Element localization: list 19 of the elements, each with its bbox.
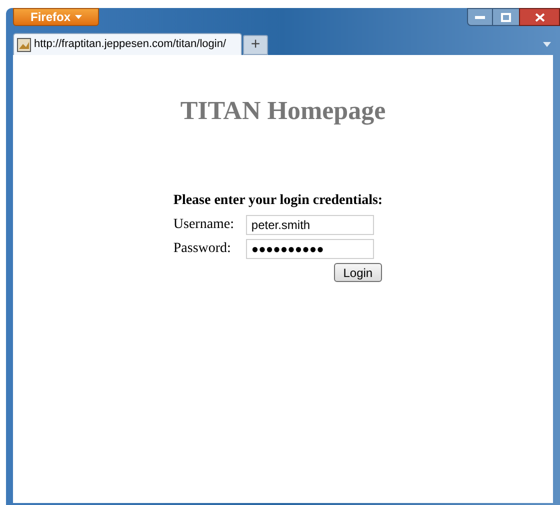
dropdown-icon xyxy=(543,42,551,47)
close-button[interactable] xyxy=(519,8,560,26)
input-field[interactable]: peter.smith xyxy=(246,214,374,234)
minimize-icon xyxy=(475,16,485,18)
tab-title: http://fraptitan.jeppesen.com/titan/login/ xyxy=(34,37,226,52)
field-label: Password: xyxy=(173,240,232,258)
login-button[interactable]: Login xyxy=(334,263,382,282)
close-icon xyxy=(534,12,544,22)
browser-tab[interactable]: http://fraptitan.jeppesen.com/titan/login/ xyxy=(13,33,242,55)
minimize-button[interactable] xyxy=(467,8,493,26)
page-thumbnail-icon xyxy=(17,38,31,52)
maximize-button[interactable] xyxy=(493,8,519,26)
new-tab-button[interactable]: + xyxy=(243,35,268,55)
login-prompt: Please enter your login credentials: xyxy=(173,192,383,210)
input-field[interactable]: ●●●●●●●●●● xyxy=(246,238,374,258)
page-heading: TITAN Homepage xyxy=(180,95,386,127)
field-label: Username: xyxy=(173,216,236,234)
maximize-icon xyxy=(501,12,511,22)
caret-icon xyxy=(74,15,82,19)
